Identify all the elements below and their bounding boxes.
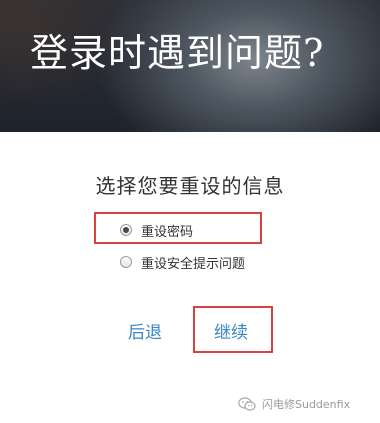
watermark: 闪电修Suddenfix — [238, 396, 350, 412]
back-button[interactable]: 后退 — [128, 318, 162, 343]
option-label: 重设安全提示问题 — [141, 256, 246, 272]
option-reset-security-question[interactable]: 重设安全提示问题 — [120, 250, 245, 274]
wechat-icon — [238, 397, 256, 411]
reset-prompt: 选择您要重设的信息 — [95, 174, 285, 198]
watermark-text: 闪电修Suddenfix — [262, 398, 351, 411]
page-title: 登录时遇到问题? — [30, 31, 325, 75]
header-banner: 登录时遇到问题? — [0, 0, 380, 132]
continue-button[interactable]: 继续 — [214, 318, 248, 343]
radio-selected-icon[interactable] — [120, 224, 132, 236]
option-label: 重设密码 — [141, 224, 194, 240]
option-reset-password[interactable]: 重设密码 — [120, 218, 193, 242]
reset-page: 登录时遇到问题? 选择您要重设的信息 重设密码 重设安全提示问题 后退 继续 闪… — [0, 0, 380, 423]
radio-unselected-icon[interactable] — [120, 256, 132, 268]
